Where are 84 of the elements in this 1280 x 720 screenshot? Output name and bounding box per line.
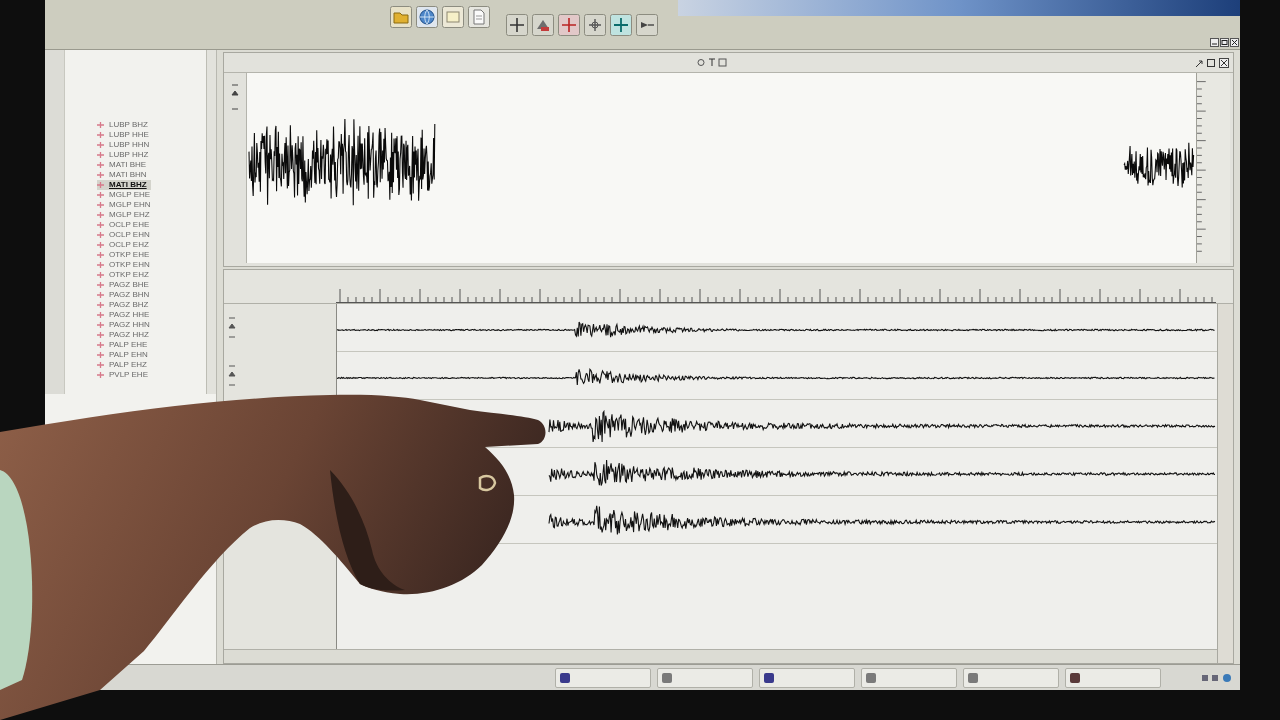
folder-icon[interactable] bbox=[390, 6, 412, 28]
channel-icon bbox=[97, 202, 104, 208]
station-list-item[interactable]: LUBP HHZ bbox=[97, 150, 153, 160]
channel-icon bbox=[97, 272, 104, 278]
app-icon bbox=[866, 672, 876, 683]
station-list-item[interactable]: PAGZ HHN bbox=[97, 320, 154, 330]
channel-icon bbox=[97, 192, 104, 198]
station-list-item[interactable]: OTKP EHN bbox=[97, 260, 154, 270]
scrollbar[interactable] bbox=[206, 50, 216, 394]
station-list-item[interactable]: OCLP EHZ bbox=[97, 240, 153, 250]
channel-icon bbox=[97, 152, 104, 158]
scrollbar[interactable] bbox=[1217, 304, 1233, 663]
taskbar-button[interactable] bbox=[861, 667, 957, 688]
channel-icon bbox=[97, 362, 104, 368]
document-icon[interactable] bbox=[468, 6, 490, 28]
channel-icon bbox=[97, 212, 104, 218]
channel-icon bbox=[97, 162, 104, 168]
station-list-item[interactable]: OTKP EHE bbox=[97, 250, 154, 260]
station-list-item[interactable]: PALP EHN bbox=[97, 350, 152, 360]
station-list-item[interactable]: PAGZ BHN bbox=[97, 290, 154, 300]
channel-icon bbox=[97, 292, 104, 298]
station-list-item[interactable]: PAGZ BHZ bbox=[97, 300, 153, 310]
station-list-item[interactable]: MATI BHZ bbox=[97, 180, 151, 190]
station-list-item[interactable]: PAGZ HHE bbox=[97, 310, 154, 320]
station-list-item[interactable]: LUBP BHZ bbox=[97, 120, 152, 130]
channel-icon bbox=[97, 372, 104, 378]
taskbar-button[interactable] bbox=[759, 667, 855, 688]
station-list-item[interactable]: LUBP HHN bbox=[97, 140, 154, 150]
channel-icon bbox=[97, 282, 104, 288]
station-list-item[interactable]: PAGZ HHZ bbox=[97, 330, 153, 340]
crosshair-tool-icon[interactable] bbox=[584, 14, 606, 36]
channel-controls-icon[interactable] bbox=[228, 364, 236, 388]
station-list-item[interactable]: MATI BHN bbox=[97, 170, 151, 180]
channel-icon bbox=[97, 122, 104, 128]
arrow-tool-icon[interactable] bbox=[636, 14, 658, 36]
station-list-item[interactable]: MGLP EHN bbox=[97, 200, 155, 210]
app-icon bbox=[662, 672, 672, 683]
station-list-item[interactable]: OTKP EHZ bbox=[97, 270, 153, 280]
channel-icon bbox=[97, 252, 104, 258]
horizontal-scrollbar[interactable] bbox=[224, 649, 1217, 663]
plus-tool-icon[interactable] bbox=[610, 14, 632, 36]
globe-icon[interactable] bbox=[416, 6, 438, 28]
panel-tools-icon[interactable] bbox=[696, 58, 727, 67]
channel-icon bbox=[97, 302, 104, 308]
window-controls-icon[interactable] bbox=[1210, 38, 1240, 47]
taskbar-button[interactable] bbox=[963, 667, 1059, 688]
plus-tool-icon[interactable] bbox=[558, 14, 580, 36]
triangle-tool-icon[interactable] bbox=[532, 14, 554, 36]
channel-icon bbox=[97, 172, 104, 178]
channel-controls-icon[interactable] bbox=[231, 83, 239, 113]
channel-icon bbox=[97, 312, 104, 318]
channel-icon bbox=[97, 262, 104, 268]
channel-icon bbox=[97, 222, 104, 228]
station-list-item[interactable]: PALP EHZ bbox=[97, 360, 151, 370]
app-icon bbox=[1070, 672, 1080, 683]
station-list-item[interactable]: MATI BHE bbox=[97, 160, 151, 170]
station-list-item[interactable]: MGLP EHE bbox=[97, 190, 155, 200]
station-list-item[interactable]: PAGZ BHE bbox=[97, 280, 153, 290]
system-tray-icon[interactable] bbox=[1202, 672, 1232, 683]
channel-icon bbox=[97, 242, 104, 248]
station-list-item[interactable]: LUBP HHE bbox=[97, 130, 153, 140]
plus-tool-icon[interactable] bbox=[506, 14, 528, 36]
panel-controls-icon[interactable] bbox=[1195, 57, 1229, 68]
channel-icon bbox=[97, 142, 104, 148]
station-list-item[interactable]: PALP EHE bbox=[97, 340, 152, 350]
channel-icon bbox=[97, 132, 104, 138]
app-icon bbox=[968, 672, 978, 683]
channel-icon bbox=[97, 322, 104, 328]
station-list-item[interactable]: PVLP EHE bbox=[97, 370, 152, 380]
taskbar-button[interactable] bbox=[555, 667, 651, 688]
channel-icon bbox=[97, 352, 104, 358]
channel-controls-icon[interactable] bbox=[228, 316, 236, 340]
channel-icon bbox=[97, 232, 104, 238]
station-list-item[interactable]: MGLP EHZ bbox=[97, 210, 154, 220]
station-list-item[interactable]: OCLP EHN bbox=[97, 230, 154, 240]
taskbar-button[interactable] bbox=[657, 667, 753, 688]
channel-icon bbox=[97, 342, 104, 348]
channel-icon bbox=[97, 332, 104, 338]
station-list-item[interactable]: OCLP EHE bbox=[97, 220, 154, 230]
app-icon bbox=[560, 672, 570, 683]
taskbar-button[interactable] bbox=[1065, 667, 1161, 688]
app-icon bbox=[764, 672, 774, 683]
note-icon[interactable] bbox=[442, 6, 464, 28]
seismic-waveform bbox=[1123, 142, 1195, 189]
